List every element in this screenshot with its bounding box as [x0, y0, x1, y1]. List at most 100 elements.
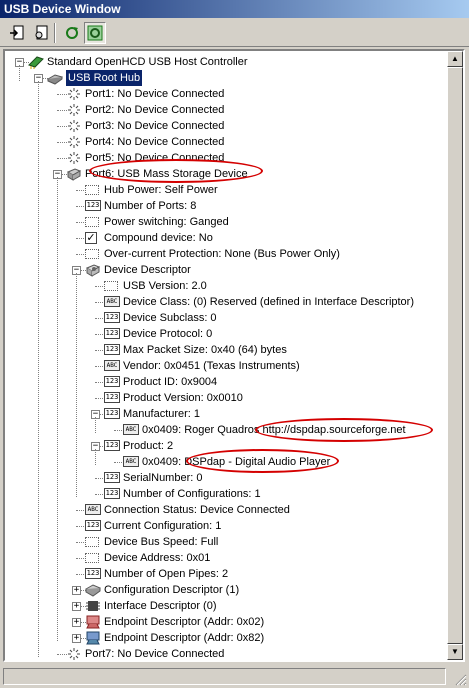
tree-label[interactable]: Port1: No Device Connected — [85, 86, 224, 102]
tree-row[interactable]: + Endpoint Descriptor (Addr: 0x82) — [5, 630, 445, 646]
tree-row[interactable]: Port2: No Device Connected — [5, 102, 445, 118]
tree-label[interactable]: Device Descriptor — [104, 262, 191, 278]
tree-row[interactable]: ABC Vendor: 0x0451 (Texas Instruments) — [5, 358, 445, 374]
tree-label[interactable]: Device Class: (0) Reserved (defined in I… — [123, 294, 414, 310]
tree-row[interactable]: −123 Manufacturer: 1 — [5, 406, 445, 422]
tree-row[interactable]: − Device Descriptor — [5, 262, 445, 278]
tree-row[interactable]: 123 Device Subclass: 0 — [5, 310, 445, 326]
tree-row[interactable]: ABC Device Class: (0) Reserved (defined i… — [5, 294, 445, 310]
scroll-up-button[interactable]: ▲ — [447, 51, 463, 67]
tree-label[interactable]: Interface Descriptor (0) — [104, 598, 216, 614]
scroll-down-button[interactable]: ▼ — [447, 644, 463, 660]
tree-row[interactable]: 123 Number of Configurations: 1 — [5, 486, 445, 502]
tree-label[interactable]: USB Version: 2.0 — [123, 278, 207, 294]
tree-label[interactable]: Port2: No Device Connected — [85, 102, 224, 118]
auto-refresh-button[interactable] — [84, 22, 106, 44]
tree-label[interactable]: Hub Power: Self Power — [104, 182, 218, 198]
tree-row[interactable]: 123 Number of Open Pipes: 2 — [5, 566, 445, 582]
tree-row[interactable]: −123 Product: 2 — [5, 438, 445, 454]
abc-icon: ABC — [123, 424, 139, 435]
tree-label[interactable]: 0x0409: DSPdap - Digital Audio Player — [142, 454, 330, 470]
tree-guide-line — [19, 65, 20, 81]
tree-label[interactable]: Connection Status: Device Connected — [104, 502, 290, 518]
tree-row[interactable]: Hub Power: Self Power — [5, 182, 445, 198]
tree-row[interactable]: Port3: No Device Connected — [5, 118, 445, 134]
tree-label[interactable]: Device Address: 0x01 — [104, 550, 210, 566]
tree-row[interactable]: 123 Product ID: 0x9004 — [5, 374, 445, 390]
tree-label[interactable]: Number of Open Pipes: 2 — [104, 566, 228, 582]
tree-label[interactable]: Port6: USB Mass Storage Device — [85, 166, 248, 182]
tree-label[interactable]: Number of Ports: 8 — [104, 198, 196, 214]
tree-row[interactable]: Port7: No Device Connected — [5, 646, 445, 660]
tree-row[interactable]: Over-current Protection: None (Bus Power… — [5, 246, 445, 262]
tree-label[interactable]: Configuration Descriptor (1) — [104, 582, 239, 598]
export-button[interactable] — [6, 22, 28, 44]
tree-row[interactable]: − Port6: USB Mass Storage Device — [5, 166, 445, 182]
tree-row[interactable]: 123 SerialNumber: 0 — [5, 470, 445, 486]
tree-label[interactable]: Port3: No Device Connected — [85, 118, 224, 134]
tree-label[interactable]: 0x0409: Roger Quadros http://dspdap.sour… — [142, 422, 406, 438]
tree-label[interactable]: Number of Configurations: 1 — [123, 486, 261, 502]
tree-label[interactable]: Product: 2 — [123, 438, 173, 454]
tree-row[interactable]: 123 Device Protocol: 0 — [5, 326, 445, 342]
tree-row[interactable]: + Interface Descriptor (0) — [5, 598, 445, 614]
tree-row[interactable]: − USB Root Hub — [5, 70, 445, 86]
refresh-button[interactable] — [61, 22, 83, 44]
tree-label[interactable]: Endpoint Descriptor (Addr: 0x82) — [104, 630, 264, 646]
scroll-thumb[interactable] — [447, 67, 463, 644]
tree-label[interactable]: Device Bus Speed: Full — [104, 534, 218, 550]
tree-label[interactable]: Product Version: 0x0010 — [123, 390, 243, 406]
tree-label[interactable]: Product ID: 0x9004 — [123, 374, 217, 390]
tree-row[interactable]: 123 Number of Ports: 8 — [5, 198, 445, 214]
tree-label[interactable]: Device Subclass: 0 — [123, 310, 217, 326]
tree-row[interactable]: Port5: No Device Connected — [5, 150, 445, 166]
tree-row[interactable]: Port4: No Device Connected — [5, 134, 445, 150]
tree-label[interactable]: USB Root Hub — [66, 70, 143, 86]
resize-grip-icon[interactable] — [455, 674, 467, 686]
tree-label[interactable]: Standard OpenHCD USB Host Controller — [47, 54, 248, 70]
tree-guide-line — [76, 273, 77, 497]
toolbar — [0, 19, 469, 47]
vertical-scrollbar[interactable]: ▲ ▼ — [447, 51, 463, 660]
controller-icon — [28, 56, 44, 69]
expand-toggle[interactable]: + — [72, 634, 81, 643]
tree-row[interactable]: ✓ Compound device: No — [5, 230, 445, 246]
tree-row[interactable]: + Endpoint Descriptor (Addr: 0x02) — [5, 614, 445, 630]
tree-row[interactable]: Port1: No Device Connected — [5, 86, 445, 102]
tree-row[interactable]: 123 Current Configuration: 1 — [5, 518, 445, 534]
tree-row[interactable]: ABC 0x0409: DSPdap - Digital Audio Player — [5, 454, 445, 470]
tree-label[interactable]: Port7: No Device Connected — [85, 646, 224, 660]
hub-icon — [47, 74, 63, 85]
tree-label[interactable]: Device Protocol: 0 — [123, 326, 212, 342]
expand-toggle[interactable]: + — [72, 586, 81, 595]
tree-guide-line — [38, 81, 39, 657]
expand-toggle[interactable]: + — [72, 618, 81, 627]
tree-label[interactable]: Manufacturer: 1 — [123, 406, 200, 422]
tree-label[interactable]: Port5: No Device Connected — [85, 150, 224, 166]
abc-icon: ABC — [104, 360, 120, 371]
device-tree-view[interactable]: − Standard OpenHCD USB Host Controller − US… — [3, 49, 465, 662]
tree-label[interactable]: Current Configuration: 1 — [104, 518, 221, 534]
tree-row[interactable]: Device Address: 0x01 — [5, 550, 445, 566]
tree-row[interactable]: + Configuration Descriptor (1) — [5, 582, 445, 598]
tree-label[interactable]: SerialNumber: 0 — [123, 470, 202, 486]
tree-row[interactable]: ABC Connection Status: Device Connected — [5, 502, 445, 518]
tree-label[interactable]: Power switching: Ganged — [104, 214, 229, 230]
port-empty-icon — [68, 152, 80, 164]
properties-icon — [35, 25, 48, 40]
tree-label[interactable]: Port4: No Device Connected — [85, 134, 224, 150]
tree-row[interactable]: 123 Max Packet Size: 0x40 (64) bytes — [5, 342, 445, 358]
tree-row[interactable]: 123 Product Version: 0x0010 — [5, 390, 445, 406]
tree-label[interactable]: Max Packet Size: 0x40 (64) bytes — [123, 342, 287, 358]
expand-toggle[interactable]: + — [72, 602, 81, 611]
tree-label[interactable]: Over-current Protection: None (Bus Power… — [104, 246, 340, 262]
tree-row[interactable]: − Standard OpenHCD USB Host Controller — [5, 54, 445, 70]
tree-row[interactable]: Device Bus Speed: Full — [5, 534, 445, 550]
tree-row[interactable]: Power switching: Ganged — [5, 214, 445, 230]
tree-row[interactable]: ABC 0x0409: Roger Quadros http://dspdap.s… — [5, 422, 445, 438]
tree-label[interactable]: Endpoint Descriptor (Addr: 0x02) — [104, 614, 264, 630]
properties-button[interactable] — [30, 22, 52, 44]
tree-row[interactable]: USB Version: 2.0 — [5, 278, 445, 294]
tree-label[interactable]: Compound device: No — [104, 230, 213, 246]
tree-label[interactable]: Vendor: 0x0451 (Texas Instruments) — [123, 358, 300, 374]
